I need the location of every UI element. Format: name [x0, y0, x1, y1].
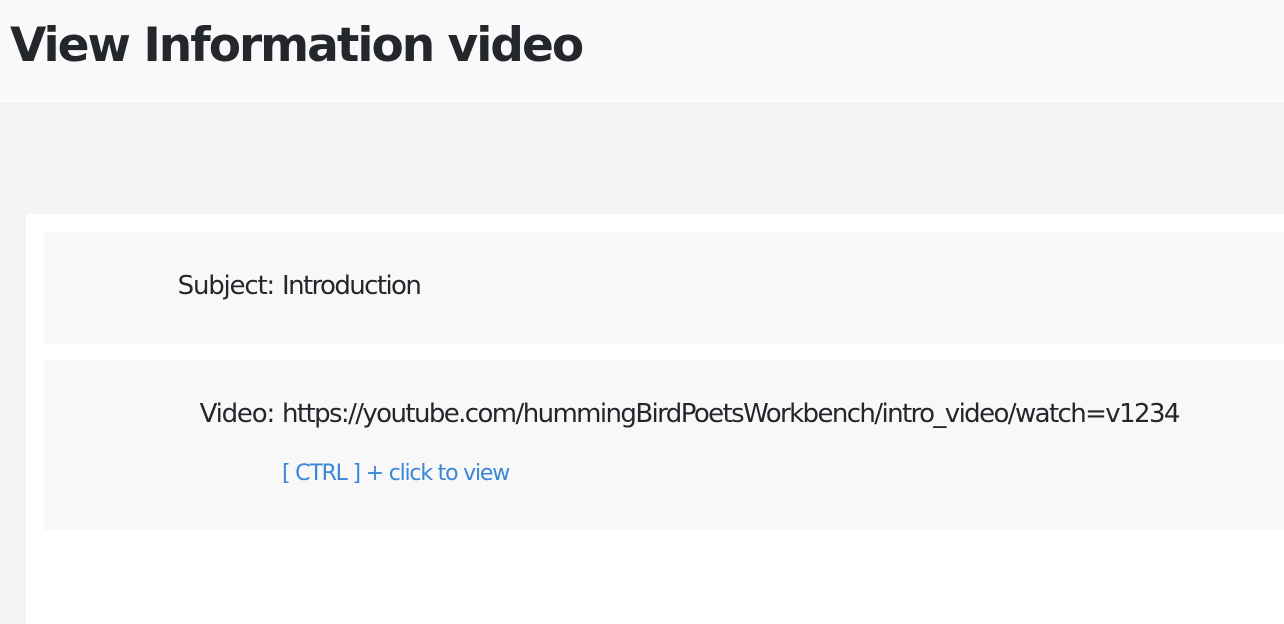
subject-value: Introduction [282, 271, 422, 301]
video-row: Video: https://youtube.com/hummingBirdPo… [44, 360, 1284, 530]
page-header: View Information video [0, 0, 1284, 104]
subject-label: Subject: [177, 271, 276, 301]
ctrl-click-to-view-link[interactable]: [ CTRL ] + click to view [282, 461, 510, 486]
subject-row: Subject: Introduction [44, 232, 1284, 344]
page-title: View Information video [10, 18, 584, 73]
video-label: Video: [199, 399, 276, 429]
details-panel: Subject: Introduction Video: https://you… [26, 214, 1284, 624]
video-url[interactable]: https://youtube.com/hummingBirdPoetsWork… [282, 399, 1180, 429]
